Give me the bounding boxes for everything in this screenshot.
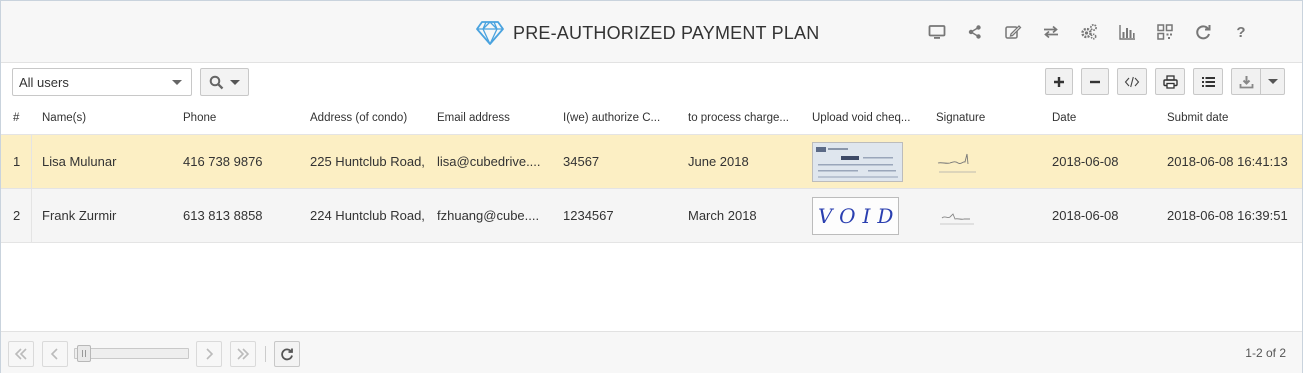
void-cheque-cell[interactable] [812, 135, 930, 188]
row-number: 2 [1, 189, 32, 242]
table-row[interactable]: 1 Lisa Mulunar 416 738 9876 225 Huntclub… [1, 135, 1302, 189]
chevron-down-icon [172, 80, 182, 85]
data-grid: # Name(s) Phone Address (of condo) Email… [1, 101, 1302, 243]
list-icon [1201, 76, 1215, 87]
embed-code-button[interactable] [1117, 68, 1147, 95]
double-chevron-left-icon [14, 348, 27, 360]
column-header[interactable]: Phone [183, 101, 303, 134]
chart-icon[interactable] [1108, 21, 1146, 43]
header-actions: ? [918, 21, 1260, 43]
toolbar: All users [1, 63, 1302, 101]
name-cell[interactable]: Frank Zurmir [42, 189, 177, 242]
address-cell[interactable]: 224 Huntclub Road, [310, 189, 430, 242]
chevron-down-icon [1267, 79, 1278, 84]
phone-cell[interactable]: 613 813 8858 [183, 189, 303, 242]
address-cell[interactable]: 225 Huntclub Road, [310, 135, 430, 188]
submit-date-cell[interactable]: 2018-06-08 16:41:13 [1167, 135, 1297, 188]
search-button[interactable] [200, 68, 249, 96]
column-header[interactable]: Signature [936, 101, 1046, 134]
signature-cell[interactable] [936, 189, 1046, 242]
signature-image [937, 153, 976, 172]
void-cheque-cell[interactable]: VOID [812, 189, 930, 242]
column-header[interactable]: to process charge... [688, 101, 806, 134]
date-cell[interactable]: 2018-06-08 [1052, 189, 1162, 242]
row-number: 1 [1, 135, 32, 188]
list-view-button[interactable] [1193, 68, 1223, 95]
share-icon[interactable] [956, 21, 994, 43]
edit-icon[interactable] [994, 21, 1032, 43]
app-window: PRE-AUTHORIZED PAYMENT PLAN ? All users … [0, 0, 1303, 373]
refresh-icon [281, 348, 293, 361]
double-chevron-right-icon [237, 348, 250, 360]
submit-date-cell[interactable]: 2018-06-08 16:39:51 [1167, 189, 1297, 242]
pager-status-text: 1-2 of 2 [1245, 346, 1286, 360]
column-header[interactable]: Email address [437, 101, 549, 134]
help-icon[interactable]: ? [1222, 21, 1260, 43]
pagination-bar: 1-2 of 2 [1, 331, 1302, 373]
refresh-icon[interactable] [1184, 21, 1222, 43]
chevron-down-icon [230, 79, 240, 85]
exchange-icon[interactable] [1032, 21, 1070, 43]
process-cell[interactable]: March 2018 [688, 189, 806, 242]
settings-icon[interactable] [1070, 21, 1108, 43]
table-row[interactable]: 2 Frank Zurmir 613 813 8858 224 Huntclub… [1, 189, 1302, 243]
signature-image [940, 212, 974, 224]
code-icon [1124, 76, 1140, 87]
chevron-right-icon [206, 348, 214, 360]
table-header-row: # Name(s) Phone Address (of condo) Email… [1, 101, 1302, 135]
page-slider[interactable] [74, 345, 189, 362]
remove-icon [1090, 80, 1100, 83]
name-cell[interactable]: Lisa Mulunar [42, 135, 177, 188]
void-cheque-thumbnail[interactable]: VOID [812, 196, 901, 235]
prev-page-button[interactable] [42, 341, 68, 367]
print-button[interactable] [1155, 68, 1185, 95]
desktop-icon[interactable] [918, 21, 956, 43]
authorize-cell[interactable]: 34567 [563, 135, 681, 188]
add-icon [1054, 76, 1064, 87]
authorize-cell[interactable]: 1234567 [563, 189, 681, 242]
toolbar-actions [1037, 68, 1285, 95]
signature-cell[interactable] [936, 135, 1046, 188]
user-filter-select[interactable]: All users [12, 68, 192, 96]
print-icon [1162, 74, 1178, 89]
page-slider-handle[interactable] [77, 345, 91, 362]
download-icon [1239, 75, 1253, 88]
email-cell[interactable]: fzhuang@cube.... [437, 189, 549, 242]
remove-button[interactable] [1081, 68, 1109, 95]
page-title: PRE-AUTHORIZED PAYMENT PLAN [513, 22, 820, 43]
add-button[interactable] [1045, 68, 1073, 95]
title-area: PRE-AUTHORIZED PAYMENT PLAN [475, 20, 819, 46]
qrcode-icon[interactable] [1146, 21, 1184, 43]
column-header[interactable]: Name(s) [42, 101, 177, 134]
download-split-button [1231, 68, 1285, 95]
help-label: ? [1236, 23, 1246, 41]
phone-cell[interactable]: 416 738 9876 [183, 135, 303, 188]
column-header[interactable]: Date [1052, 101, 1162, 134]
pager-divider [265, 346, 266, 362]
download-menu-button[interactable] [1261, 68, 1285, 95]
column-header[interactable]: I(we) authorize C... [563, 101, 681, 134]
email-cell[interactable]: lisa@cubedrive.... [437, 135, 549, 188]
void-cheque-thumbnail[interactable] [812, 141, 903, 182]
first-page-button[interactable] [8, 341, 34, 367]
chevron-left-icon [50, 348, 58, 360]
column-header[interactable]: Submit date [1167, 101, 1297, 134]
column-header[interactable]: Upload void cheq... [812, 101, 930, 134]
header-bar: PRE-AUTHORIZED PAYMENT PLAN ? [1, 1, 1302, 63]
cheque-image [816, 146, 898, 178]
next-page-button[interactable] [196, 341, 222, 367]
user-filter-value: All users [19, 75, 69, 90]
search-icon [209, 75, 224, 89]
download-button[interactable] [1231, 68, 1261, 95]
diamond-icon [476, 21, 504, 45]
reload-button[interactable] [274, 341, 300, 367]
date-cell[interactable]: 2018-06-08 [1052, 135, 1162, 188]
last-page-button[interactable] [230, 341, 256, 367]
column-header[interactable]: Address (of condo) [310, 101, 430, 134]
process-cell[interactable]: June 2018 [688, 135, 806, 188]
column-header[interactable]: # [13, 101, 33, 134]
void-stamp: VOID [818, 203, 901, 228]
